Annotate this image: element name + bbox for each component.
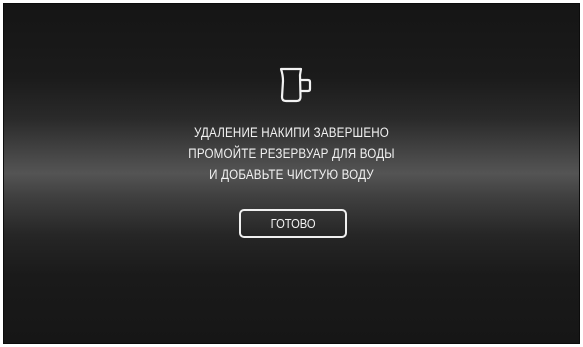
status-message: УДАЛЕНИЕ НАКИПИ ЗАВЕРШЕНО ПРОМОЙТЕ РЕЗЕР… (43, 122, 539, 185)
display-screen: УДАЛЕНИЕ НАКИПИ ЗАВЕРШЕНО ПРОМОЙТЕ РЕЗЕР… (3, 3, 580, 344)
done-button-label: ГОТОВО (270, 216, 316, 231)
done-button[interactable]: ГОТОВО (239, 209, 347, 238)
descaling-complete-panel: УДАЛЕНИЕ НАКИПИ ЗАВЕРШЕНО ПРОМОЙТЕ РЕЗЕР… (3, 3, 580, 344)
message-line-3: И ДОБАВЬТЕ ЧИСТУЮ ВОДУ (209, 167, 374, 182)
water-jug-icon (279, 67, 312, 103)
message-line-1: УДАЛЕНИЕ НАКИПИ ЗАВЕРШЕНО (193, 125, 390, 140)
message-line-2: ПРОМОЙТЕ РЕЗЕРВУАР ДЛЯ ВОДЫ (188, 146, 395, 161)
